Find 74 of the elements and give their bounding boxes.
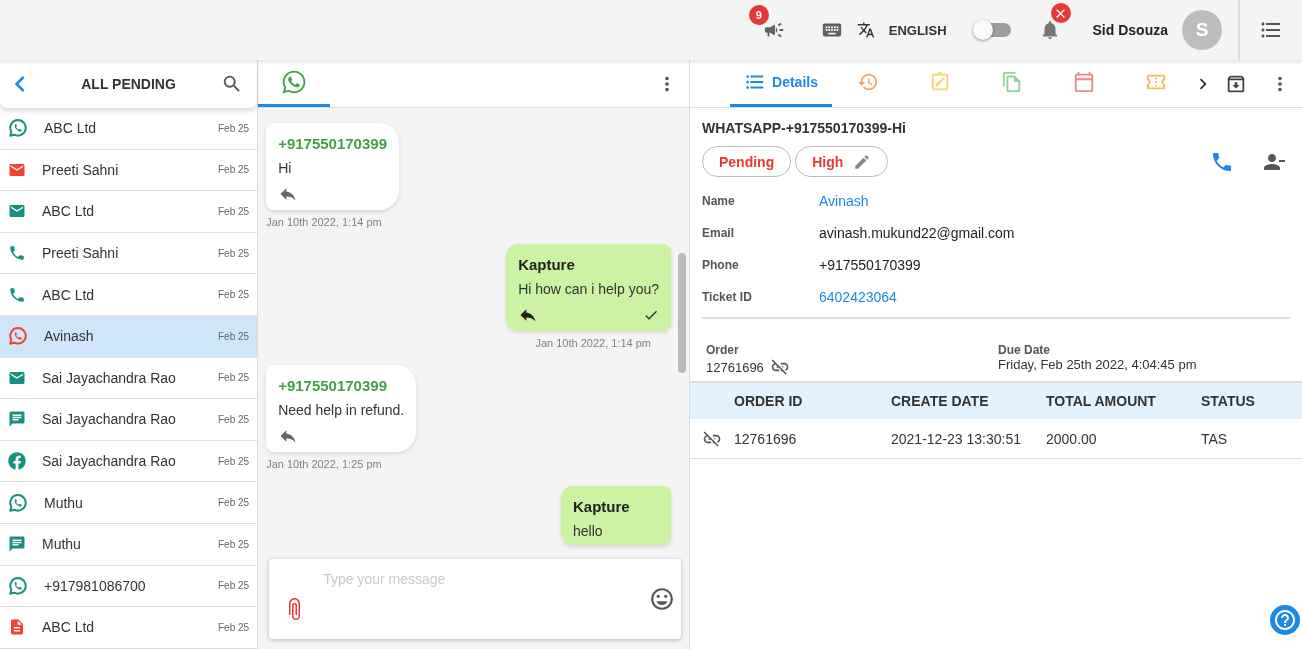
item-date: Feb 25: [218, 621, 250, 633]
column-header: STATUS: [1201, 393, 1256, 409]
message-sender: Kapture: [518, 256, 576, 273]
contact-name: Muthu: [44, 494, 84, 511]
whatsapp-icon: [281, 69, 308, 95]
contact-name: Preeti Sahni: [42, 161, 120, 178]
field-value: +917550170399: [819, 257, 921, 273]
unlink-icon[interactable]: [769, 357, 790, 377]
item-date: Feb 25: [218, 330, 250, 342]
field-label: Name: [702, 194, 736, 208]
field-value: Friday, Feb 25th 2022, 4:04:45 pm: [998, 357, 1198, 372]
contact-name: Avinash: [44, 328, 95, 345]
item-date: Feb 25: [218, 164, 250, 176]
message-text: Need help in refund.: [278, 402, 405, 418]
contact-name: ABC Ltd: [42, 286, 96, 303]
message-time: Jan 10th 2022, 1:14 pm: [266, 216, 382, 228]
translate-icon[interactable]: [856, 21, 875, 39]
message-sender: +917550170399: [278, 377, 388, 394]
field-link[interactable]: Avinash: [819, 193, 869, 209]
contact-name: Sai Jayachandra Rao: [42, 411, 177, 428]
scrollbar[interactable]: [678, 253, 686, 373]
contact-name: ABC Ltd: [44, 120, 98, 137]
column-header: TOTAL AMOUNT: [1046, 393, 1157, 409]
contact-name: ABC Ltd: [42, 203, 96, 220]
message-text: hello: [573, 523, 604, 539]
conversation-item[interactable]: Avinash Feb 25: [0, 315, 258, 358]
table-cell-text: 2021-12-23 13:30:51: [891, 430, 1022, 447]
field-value: 12761696: [706, 359, 764, 375]
field-label: Due Date: [998, 343, 1051, 357]
item-date: Feb 25: [218, 289, 250, 301]
item-date: Feb 25: [218, 122, 250, 134]
message-text: Hi: [278, 160, 293, 176]
details-tab[interactable]: Details: [730, 60, 832, 107]
message-time: Jan 10th 2022, 1:14 pm: [535, 337, 651, 349]
contact-name: Muthu: [42, 536, 82, 553]
message-sender: +917550170399: [278, 135, 387, 152]
list-title: ALL PENDING: [81, 76, 176, 92]
message-composer[interactable]: Type your message: [269, 559, 681, 639]
contact-name: Preeti Sahni: [42, 245, 120, 262]
ticket-title: WHATSAPP-+917550170399-Hi: [702, 120, 907, 136]
contact-name: ABC Ltd: [42, 619, 96, 636]
notification-badge: 9: [748, 5, 769, 25]
contact-name: +917981086700: [44, 577, 147, 594]
table-cell-text: 12761696: [734, 430, 798, 447]
language-label[interactable]: ENGLISH: [888, 22, 947, 38]
message-sender: Kapture: [573, 498, 631, 515]
item-date: Feb 25: [218, 455, 250, 467]
field-value: avinash.mukund22@gmail.com: [819, 225, 1015, 241]
contact-name: Sai Jayachandra Rao: [42, 369, 177, 386]
column-header: ORDER ID: [734, 393, 804, 409]
field-label: Phone: [702, 258, 740, 272]
item-date: Feb 25: [218, 372, 250, 384]
message-text: Hi how can i help you?: [518, 281, 659, 297]
field-label: Email: [702, 226, 735, 240]
emoji-icon[interactable]: [649, 586, 675, 612]
item-date: Feb 25: [218, 580, 250, 592]
table-cell-text: TAS: [1201, 430, 1229, 447]
table-cell-text: 2000.00: [1046, 430, 1098, 447]
field-link[interactable]: 6402423064: [819, 289, 897, 305]
item-date: Feb 25: [218, 247, 250, 259]
item-date: Feb 25: [218, 497, 250, 509]
item-date: Feb 25: [218, 413, 250, 425]
column-header: CREATE DATE: [891, 393, 990, 409]
contact-name: Sai Jayachandra Rao: [42, 453, 177, 470]
message-field[interactable]: Type your message: [315, 559, 641, 639]
pencil-icon[interactable]: [853, 152, 872, 171]
toggle-switch[interactable]: [974, 23, 1011, 37]
field-label: Ticket ID: [702, 290, 753, 304]
message-time: Jan 10th 2022, 1:25 pm: [266, 458, 382, 470]
help-button[interactable]: [1270, 605, 1300, 635]
field-label: Order: [706, 343, 740, 357]
item-date: Feb 25: [218, 538, 250, 550]
item-date: Feb 25: [218, 206, 250, 217]
user-name: Sid Dsouza: [1092, 22, 1168, 38]
